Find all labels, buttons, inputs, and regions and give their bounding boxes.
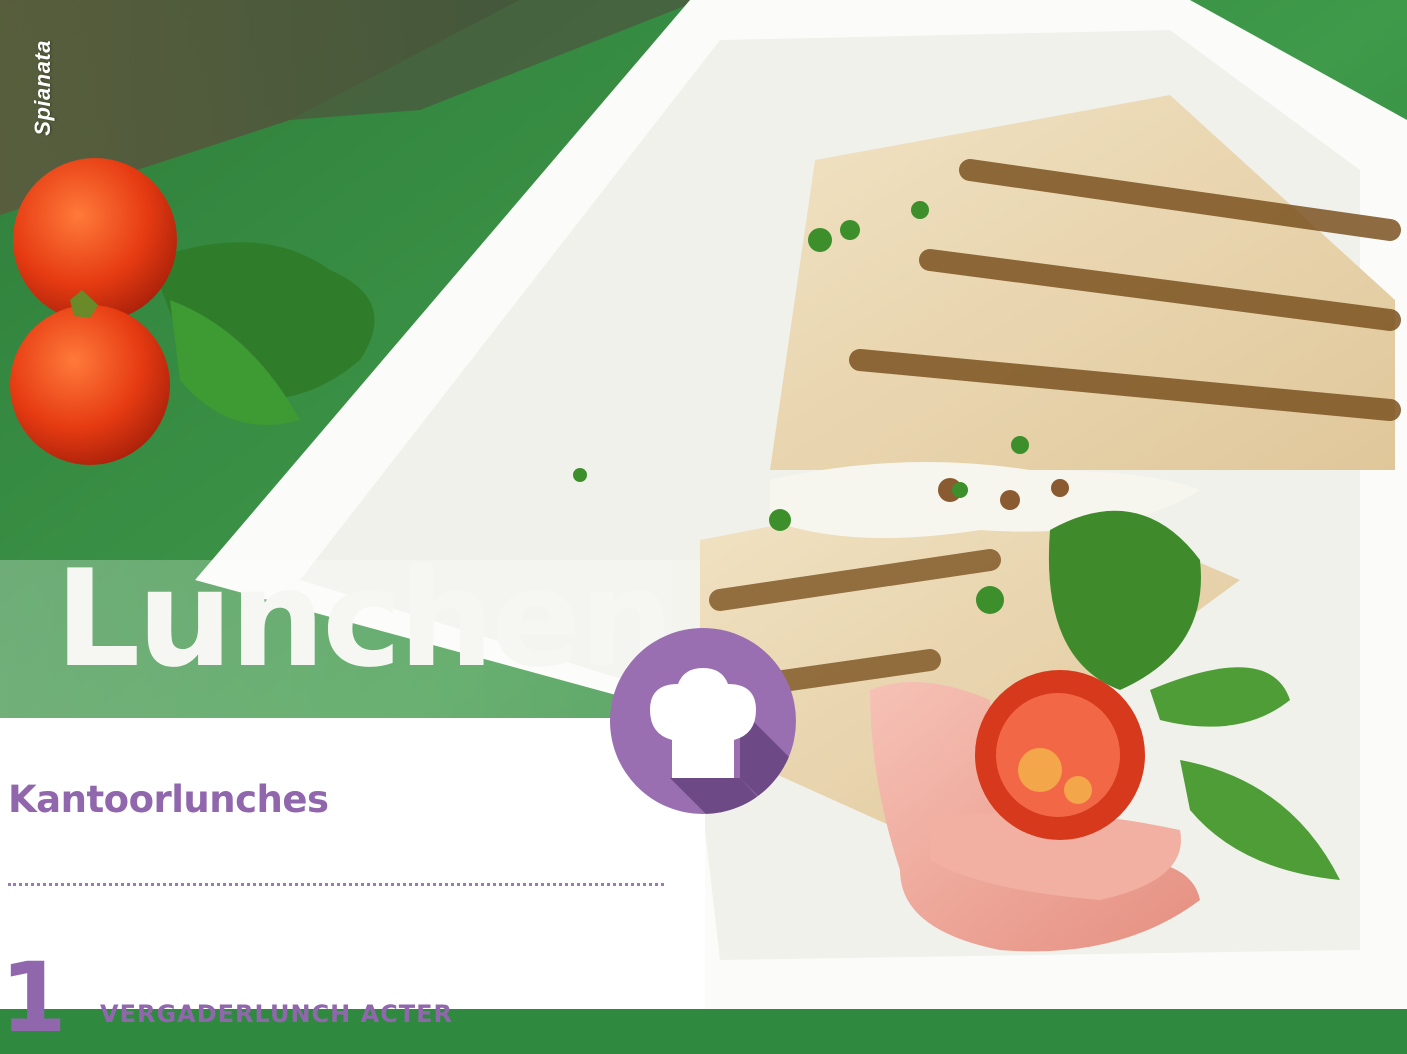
chef-badge	[610, 628, 796, 814]
section-subtitle: Kantoorlunches	[8, 778, 329, 821]
page-title: Lunchen	[55, 541, 674, 697]
step-heading: VERGADERLUNCH ACTER	[100, 1000, 454, 1028]
step-number: 1	[0, 942, 67, 1054]
content-panel: Kantoorlunches 1 VERGADERLUNCH ACTER	[0, 718, 705, 1046]
chef-hat-icon	[610, 628, 796, 814]
photo-caption: Spianata	[30, 40, 55, 136]
dotted-divider	[8, 883, 664, 886]
